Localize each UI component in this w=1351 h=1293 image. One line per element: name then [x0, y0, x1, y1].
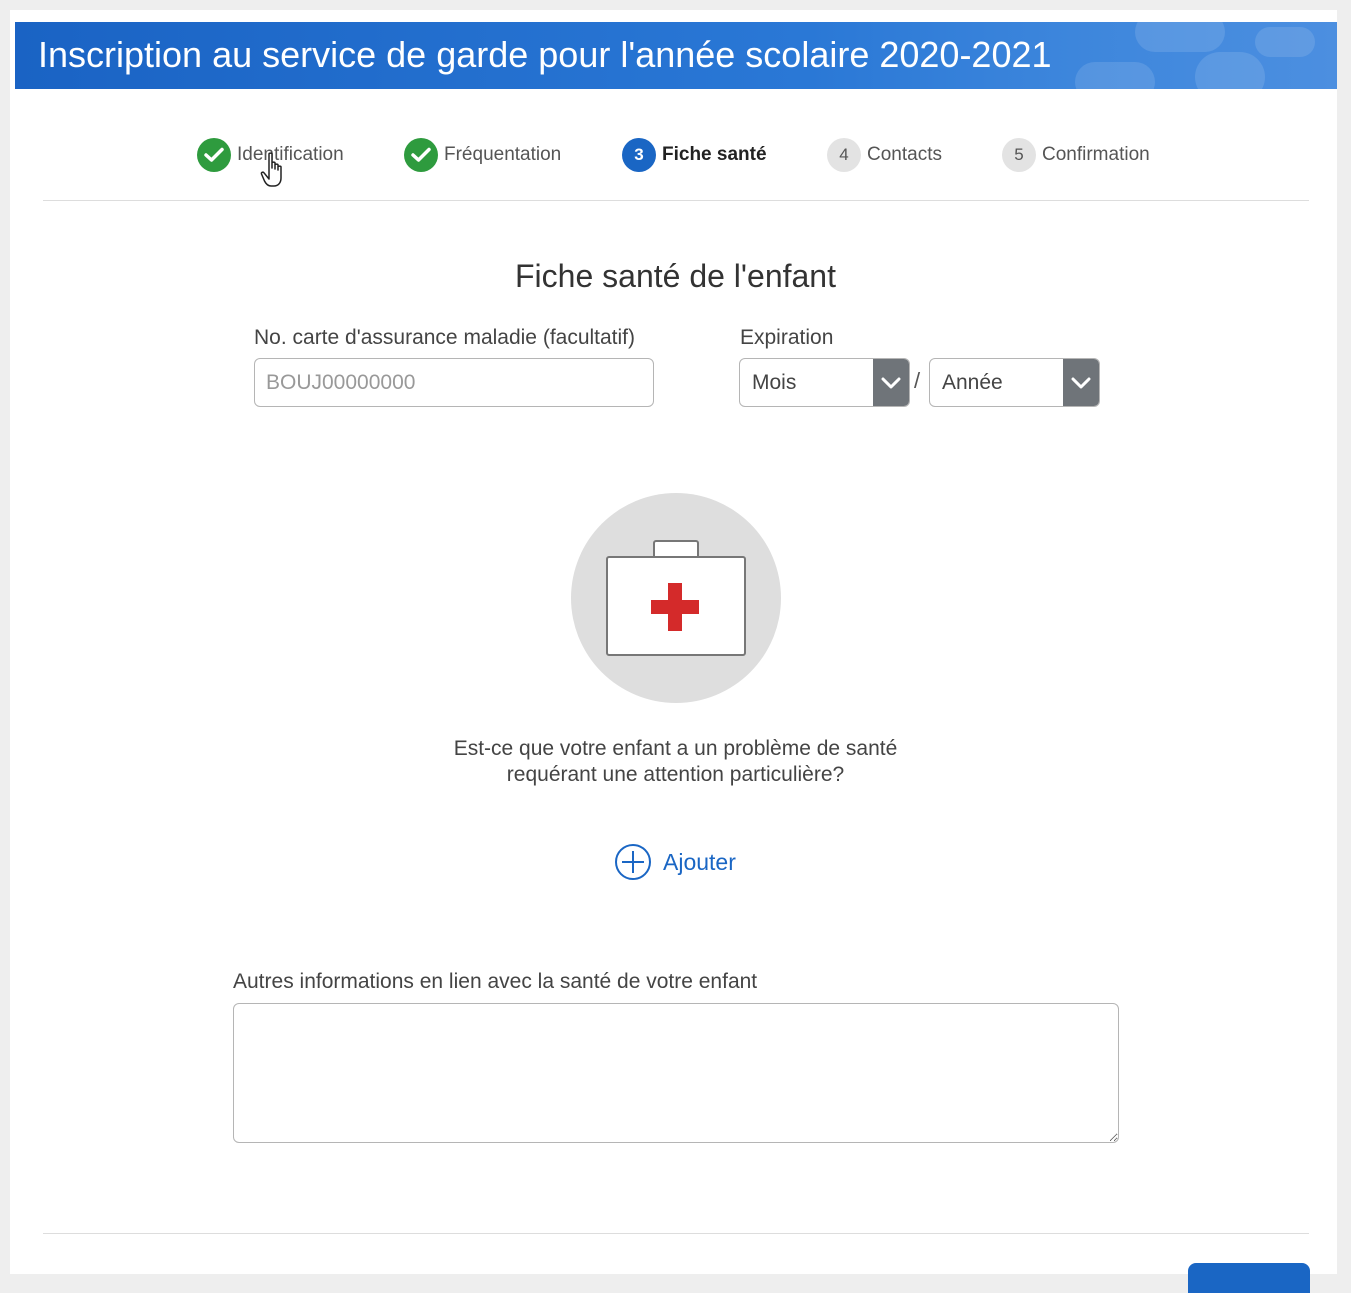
plus-circle-icon [615, 844, 651, 880]
section-title: Fiche santé de l'enfant [515, 258, 836, 294]
step-label: Fiche santé [662, 144, 767, 165]
question-line: Est-ce que votre enfant a un problème de… [453, 737, 898, 760]
check-circle-icon [197, 138, 231, 172]
add-label: Ajouter [663, 848, 736, 875]
step-frequentation[interactable]: Fréquentation [404, 137, 561, 173]
check-circle-icon [404, 138, 438, 172]
step-contacts[interactable]: 4 Contacts [827, 137, 942, 173]
health-illustration [571, 493, 781, 703]
next-button[interactable] [1188, 1263, 1310, 1293]
question-line: requérant une attention particulière? [506, 763, 845, 786]
other-info-label: Autres informations en lien avec la sant… [233, 970, 758, 993]
first-aid-kit-icon [606, 540, 746, 656]
page-banner: Inscription au service de garde pour l'a… [15, 22, 1337, 89]
step-confirmation[interactable]: 5 Confirmation [1002, 137, 1150, 173]
chevron-down-icon [873, 359, 909, 406]
stepper-divider [43, 200, 1309, 201]
expiration-year-select[interactable]: Année [929, 358, 1100, 407]
other-info-textarea[interactable] [233, 1003, 1119, 1143]
expiration-month-select[interactable]: Mois [739, 358, 910, 407]
step-number: 4 [827, 138, 861, 172]
progress-stepper: Identification Fréquentation 3 Fiche san… [0, 137, 1351, 173]
step-label: Confirmation [1042, 144, 1150, 165]
footer-divider [43, 1233, 1309, 1234]
step-label: Contacts [867, 144, 942, 165]
page-title: Inscription au service de garde pour l'a… [38, 34, 1052, 75]
date-separator: / [914, 368, 921, 393]
health-question: Est-ce que votre enfant a un problème de… [0, 736, 1351, 788]
card-number-input[interactable] [254, 358, 654, 407]
step-fiche-sante[interactable]: 3 Fiche santé [622, 137, 767, 173]
year-select-value: Année [942, 371, 1003, 394]
chevron-down-icon [1063, 359, 1099, 406]
step-number: 3 [622, 138, 656, 172]
step-number: 5 [1002, 138, 1036, 172]
card-number-label: No. carte d'assurance maladie (facultati… [254, 326, 636, 349]
add-health-problem-button[interactable]: Ajouter [614, 843, 736, 881]
month-select-value: Mois [752, 371, 797, 394]
step-label: Fréquentation [444, 144, 562, 165]
expiration-label: Expiration [740, 326, 834, 349]
hand-cursor-icon [260, 152, 282, 187]
